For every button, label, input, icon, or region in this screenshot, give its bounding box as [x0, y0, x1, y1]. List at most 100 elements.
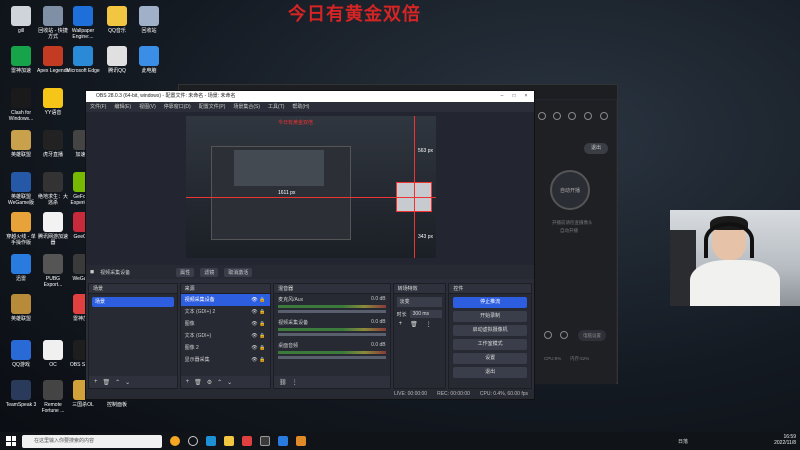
- source-row[interactable]: 文本 (GDI+) 2 👁 🔒: [181, 306, 271, 318]
- menu-item[interactable]: 停靠窗口(D): [164, 102, 191, 112]
- bell-icon[interactable]: [584, 112, 592, 120]
- control-button[interactable]: 停止推流: [453, 297, 527, 308]
- desktop-icon[interactable]: 腾讯网游加速器: [36, 212, 70, 246]
- volume-slider[interactable]: [278, 333, 386, 336]
- auto-start-button[interactable]: 自动开播: [550, 170, 590, 210]
- visibility-lock-icon[interactable]: 👁 🔒: [251, 294, 265, 306]
- control-button[interactable]: 退出: [453, 367, 527, 378]
- task-view-icon[interactable]: [188, 436, 198, 446]
- link-icon[interactable]: ⛓: [279, 379, 287, 386]
- visibility-lock-icon[interactable]: 👁 🔒: [251, 306, 265, 318]
- desktop-icon[interactable]: 回收站: [132, 6, 166, 34]
- desktop-icon[interactable]: QQ游戏: [4, 340, 38, 368]
- desktop-icon[interactable]: 回收站 - 快捷方式: [36, 6, 70, 40]
- control-button[interactable]: 工作室模式: [453, 339, 527, 350]
- more-icon[interactable]: ⋮: [426, 321, 432, 328]
- share-icon[interactable]: [600, 112, 608, 120]
- chevron-up-icon[interactable]: ⌃: [217, 379, 222, 386]
- desktop-icon[interactable]: 迅雷: [4, 254, 38, 282]
- edge-icon[interactable]: [206, 436, 216, 446]
- control-button[interactable]: 启动虚拟摄像机: [453, 325, 527, 336]
- obs-window[interactable]: OBS 28.0.3 (64-bit, windows) - 配置文件: 未命名…: [85, 90, 535, 400]
- visibility-lock-icon[interactable]: 👁 🔒: [251, 330, 265, 342]
- desktop-icon[interactable]: 穿越火线 - 单手操作版: [4, 212, 38, 246]
- duration-input[interactable]: 300 ms: [409, 310, 443, 318]
- trash-icon[interactable]: 🗑: [103, 379, 111, 386]
- chevron-down-icon[interactable]: ⌄: [227, 379, 232, 386]
- desktop-icon[interactable]: 此电脑: [132, 46, 166, 74]
- shirt-icon[interactable]: [553, 112, 561, 120]
- preview-canvas[interactable]: 今日有黄金双倍 563 px 1611 px 343 px: [186, 116, 436, 258]
- app-icon-blue[interactable]: [278, 436, 288, 446]
- desktop-icon[interactable]: YY语音: [36, 88, 70, 116]
- preview-area[interactable]: 今日有黄金双倍 563 px 1611 px 343 px: [86, 112, 534, 265]
- control-button[interactable]: 开始录制: [453, 311, 527, 322]
- desktop-icon[interactable]: Wallpaper Engine:...: [66, 6, 100, 40]
- visibility-lock-icon[interactable]: 👁 🔒: [251, 342, 265, 354]
- system-clock[interactable]: 16:59 2022/11/8: [774, 434, 796, 446]
- add-icon[interactable]: +: [94, 379, 98, 385]
- cloud-icon[interactable]: [538, 112, 546, 120]
- desktop-icon[interactable]: TeamSpeak 3: [4, 380, 38, 408]
- source-row[interactable]: 图像 👁 🔒: [181, 318, 271, 330]
- control-button[interactable]: 设置: [453, 353, 527, 364]
- desktop-icon[interactable]: 绝地求生：大逃杀: [36, 172, 70, 206]
- menu-item[interactable]: 帮助(H): [292, 102, 309, 112]
- gear-icon[interactable]: ⚙: [207, 379, 212, 386]
- filters-button[interactable]: 滤镜: [200, 267, 219, 277]
- desktop-icon[interactable]: gill: [4, 6, 38, 34]
- desktop-icon[interactable]: 腾讯QQ: [100, 46, 134, 74]
- desktop-icon[interactable]: OC: [36, 340, 70, 368]
- add-icon[interactable]: +: [399, 321, 403, 328]
- maximize-icon[interactable]: □: [508, 91, 520, 102]
- menu-item[interactable]: 场景集合(S): [233, 102, 260, 112]
- taskbar-search[interactable]: 在这里输入你要搜索的内容: [22, 434, 162, 448]
- source-row[interactable]: 视频采集设备 👁 🔒: [180, 294, 271, 306]
- menu-item[interactable]: 编辑(E): [114, 102, 131, 112]
- more-icon[interactable]: ⋮: [292, 379, 298, 386]
- app-icon-red[interactable]: [242, 436, 252, 446]
- desktop-icon[interactable]: Apex Legends: [36, 46, 70, 74]
- trash-icon[interactable]: 🗑: [410, 321, 418, 328]
- desktop-icon[interactable]: 英雄联盟: [4, 294, 38, 322]
- mail-icon[interactable]: [568, 112, 576, 120]
- deactivate-button[interactable]: 取消激活: [224, 267, 253, 277]
- desktop-icon[interactable]: 英雄联盟WeGame版: [4, 172, 38, 206]
- desktop-icon[interactable]: 虎牙直播: [36, 130, 70, 158]
- desktop-icon[interactable]: 英雄联盟: [4, 130, 38, 158]
- background-exit-button[interactable]: 退出: [584, 143, 608, 154]
- transition-select[interactable]: 淡变: [396, 297, 443, 307]
- minimize-icon[interactable]: –: [496, 91, 508, 102]
- gear-icon[interactable]: [560, 331, 568, 339]
- desktop-icon[interactable]: PUBG Export...: [36, 254, 70, 288]
- close-icon[interactable]: ×: [520, 91, 532, 102]
- chevron-up-icon[interactable]: ⌃: [115, 379, 120, 386]
- desktop-icon[interactable]: Microsoft Edge: [66, 46, 100, 74]
- volume-slider[interactable]: [278, 356, 386, 359]
- source-row[interactable]: 图像 2 👁 🔒: [181, 342, 271, 354]
- weather-widget-icon[interactable]: [170, 436, 180, 446]
- scene-item[interactable]: 场景: [92, 297, 174, 307]
- app-icon-orange[interactable]: [296, 436, 306, 446]
- desktop-icon[interactable]: QQ音乐: [100, 6, 134, 34]
- trash-icon[interactable]: 🗑: [194, 379, 202, 386]
- properties-button[interactable]: 属性: [176, 267, 195, 277]
- source-row[interactable]: 显示器采集 👁 🔒: [181, 354, 271, 366]
- menu-item[interactable]: 文件(F): [90, 102, 106, 112]
- add-icon[interactable]: +: [186, 379, 190, 385]
- menu-item[interactable]: 配置文件(P): [199, 102, 226, 112]
- desktop-icon[interactable]: 雷神加速: [4, 46, 38, 74]
- menu-item[interactable]: 工具(T): [268, 102, 284, 112]
- desktop-icon[interactable]: Clash for Windows...: [4, 88, 38, 122]
- desktop-icon[interactable]: Remote Fortune ...: [36, 380, 70, 414]
- bg-action-button[interactable]: 电脑设置: [578, 330, 606, 341]
- windows-start-icon[interactable]: [6, 436, 16, 446]
- volume-slider[interactable]: [278, 310, 386, 313]
- source-row[interactable]: 文本 (GDI+) 👁 🔒: [181, 330, 271, 342]
- file-explorer-icon[interactable]: [224, 436, 234, 446]
- chevron-down-icon[interactable]: ⌄: [125, 379, 130, 386]
- obs-taskbar-icon[interactable]: [260, 436, 270, 446]
- visibility-lock-icon[interactable]: 👁 🔒: [251, 354, 265, 366]
- help-icon[interactable]: [544, 331, 552, 339]
- visibility-lock-icon[interactable]: 👁 🔒: [251, 318, 265, 330]
